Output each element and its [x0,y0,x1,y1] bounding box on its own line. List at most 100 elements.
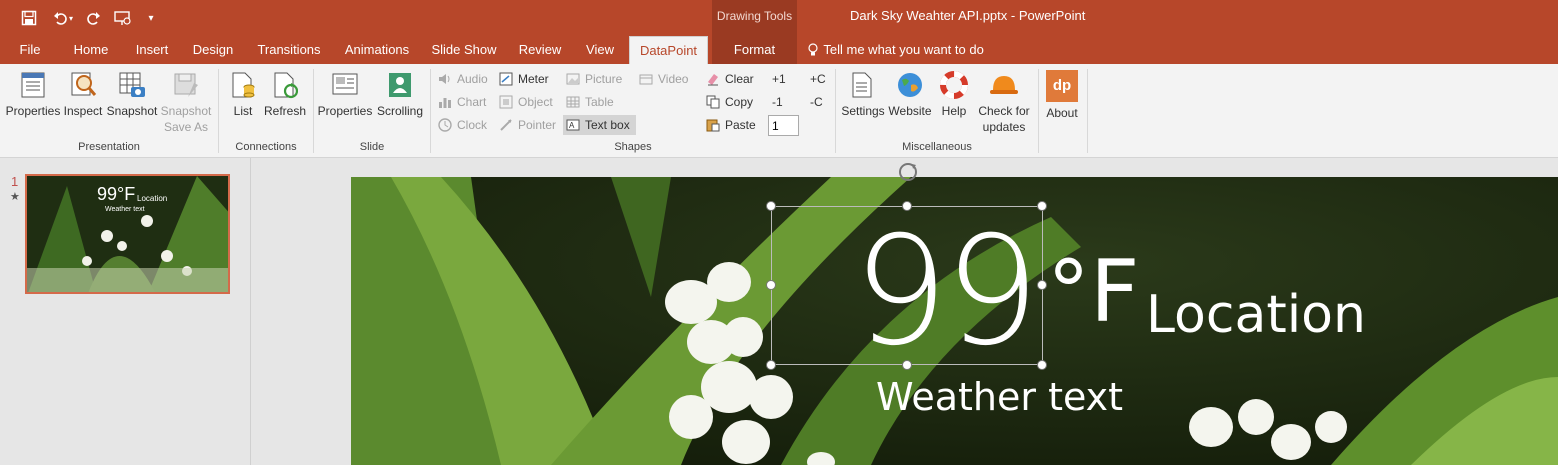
customize-icon[interactable]: ▾ [140,7,162,29]
table-label: Table [585,95,614,109]
website-button[interactable]: Website [887,70,933,119]
tab-animations[interactable]: Animations [338,36,416,64]
pointer-button[interactable]: Pointer [499,115,556,135]
tab-format[interactable]: Format [712,36,797,64]
list-button[interactable]: List [226,70,260,119]
settings-label: Settings [841,104,885,118]
meter-icon [499,72,513,86]
ribbon-tabs: File Home Insert Design Transitions Anim… [0,36,1558,64]
resize-handle[interactable] [1037,280,1047,290]
about-button[interactable]: dp About [1040,70,1084,121]
group-label-connections: Connections [235,141,297,153]
picture-button[interactable]: Picture [566,69,622,89]
scrolling-button[interactable]: Scrolling [375,70,425,119]
picture-label: Picture [585,72,623,86]
presentation-properties-button[interactable]: Properties [4,70,62,119]
copy-button[interactable]: Copy [706,92,753,112]
object-button[interactable]: Object [499,92,553,112]
tab-insert[interactable]: Insert [127,36,177,64]
textbox-label: Text box [585,118,630,132]
save-icon[interactable] [18,7,40,29]
pointer-label: Pointer [518,118,557,132]
tab-design[interactable]: Design [188,36,238,64]
inspect-button[interactable]: Inspect [62,70,104,119]
step-value-input[interactable] [768,115,799,136]
weather-text[interactable]: Weather text [876,373,1123,421]
help-label: Help [941,104,967,118]
plus-c-button[interactable]: +C [810,69,826,89]
table-icon [566,95,580,109]
tell-me-label: Tell me what you want to do [823,42,984,57]
rotate-handle-icon[interactable] [896,160,920,184]
slide-properties-button[interactable]: Properties [316,70,374,119]
tab-view[interactable]: View [578,36,622,64]
paste-label: Paste [725,118,756,132]
resize-handle[interactable] [766,201,776,211]
group-separator [1038,69,1039,153]
undo-dropdown-icon[interactable]: ▾ [66,7,76,29]
plus-one-button[interactable]: +1 [772,69,786,89]
temperature-unit[interactable]: °F [1047,237,1139,347]
tab-review[interactable]: Review [512,36,568,64]
lightbulb-icon [808,36,820,64]
clock-label: Clock [457,118,488,132]
copy-label: Copy [725,95,754,109]
start-slideshow-icon[interactable] [112,7,134,29]
chart-icon [438,95,452,109]
slide-properties-label: Properties [317,104,373,118]
tell-me-search[interactable]: Tell me what you want to do [808,36,998,64]
ribbon-datapoint: Properties Inspect Snapshot Snapshot Sav… [0,64,1558,158]
thumbnail-temp-value: 99 [97,184,118,204]
clock-button[interactable]: Clock [438,115,487,135]
inspect-label: Inspect [63,104,103,118]
paste-button[interactable]: Paste [706,115,756,135]
slide-canvas[interactable]: 99 °F Location Weather text [351,177,1558,465]
context-group-label: Drawing Tools [716,9,793,23]
tab-file[interactable]: File [10,36,50,64]
resize-handle[interactable] [766,280,776,290]
thumbnail-temperature: 99°F [97,184,135,205]
audio-label: Audio [457,72,488,86]
slide-thumbnail-1[interactable]: 99°F Location Weather text [25,174,230,294]
refresh-icon [270,70,300,100]
clear-label: Clear [725,72,754,86]
location-text[interactable]: Location [1146,285,1366,345]
textbox-button[interactable]: A Text box [563,115,636,135]
resize-handle[interactable] [766,360,776,370]
settings-button[interactable]: Settings [840,70,886,119]
paste-icon [706,118,720,132]
snapshot-button[interactable]: Snapshot [104,70,160,119]
resize-handle[interactable] [1037,201,1047,211]
tab-transitions[interactable]: Transitions [252,36,326,64]
redo-icon[interactable] [82,7,104,29]
meter-button[interactable]: Meter [499,69,549,89]
document-title: Dark Sky Weahter API.pptx - PowerPoint [850,8,1086,23]
check-for-updates-button[interactable]: Check for updates [974,70,1034,135]
lifebuoy-icon [939,70,969,100]
chart-button[interactable]: Chart [438,92,486,112]
minus-one-button[interactable]: -1 [772,92,783,112]
table-button[interactable]: Table [566,92,614,112]
object-icon [499,95,513,109]
minus-c-button[interactable]: -C [810,92,823,112]
tab-home[interactable]: Home [66,36,116,64]
tab-slide-show[interactable]: Slide Show [428,36,500,64]
audio-button[interactable]: Audio [438,69,488,89]
snapshot-save-as-button[interactable]: Snapshot Save As [160,70,212,135]
tab-datapoint[interactable]: DataPoint [629,36,708,64]
video-button[interactable]: Video [639,69,688,89]
resize-handle[interactable] [1037,360,1047,370]
snapshot-icon [117,70,147,100]
help-button[interactable]: Help [936,70,972,119]
temperature-value[interactable]: 99 [853,217,1040,367]
video-icon [639,72,653,86]
video-label: Video [658,72,689,86]
snapshot-save-as-label-1: Snapshot [160,104,212,118]
refresh-button[interactable]: Refresh [262,70,308,119]
title-bar: ▾ ▾ Drawing Tools Dark Sky Weahter API.p… [0,0,1558,64]
clear-button[interactable]: Clear [706,69,754,89]
speaker-icon [438,72,452,86]
copy-icon [706,95,720,109]
object-label: Object [518,95,553,109]
thumbnail-weather-text: Weather text [105,206,145,213]
